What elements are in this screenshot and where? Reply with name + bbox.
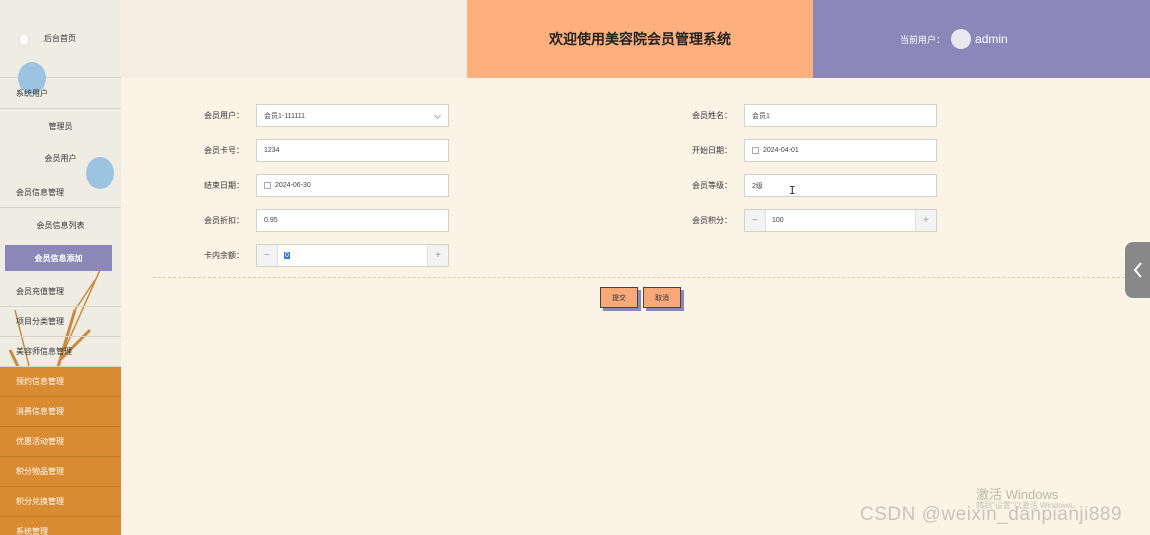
username[interactable]: admin (975, 32, 1008, 46)
collapse-panel-button[interactable] (1125, 242, 1150, 298)
card-no-label: 会员卡号： (204, 146, 244, 155)
sidebar-item-consumption[interactable]: 消费信息管理 (0, 397, 121, 427)
points-stepper[interactable]: − 100 + (744, 209, 937, 232)
current-user-label: 当前用户： (900, 34, 946, 45)
start-date-value: 2024-04-01 (763, 147, 799, 154)
sidebar-item-admin[interactable]: 管理员 (0, 111, 121, 141)
balance-selected-text: 0 (284, 252, 290, 259)
avatar[interactable] (951, 29, 972, 49)
sidebar-item-label: 管理员 (48, 121, 73, 131)
sidebar-item-project-category[interactable]: 项目分类管理 (0, 307, 121, 337)
calendar-icon (264, 182, 271, 189)
page-title: 欢迎使用美容院会员管理系统 (467, 0, 813, 78)
points-label: 会员积分： (692, 216, 732, 225)
increment-button[interactable]: + (915, 210, 936, 231)
sidebar-item-label: 消费信息管理 (16, 407, 64, 416)
sidebar-item-label: 会员信息管理 (16, 188, 64, 197)
discount-label: 会员折扣： (204, 216, 244, 225)
start-date-input[interactable]: 2024-04-01 (744, 139, 937, 162)
sidebar-item-system-users[interactable]: 系统用户 (0, 79, 121, 109)
points-value: 100 (772, 217, 784, 224)
sidebar-item-label: 系统用户 (16, 89, 48, 98)
divider (153, 277, 1150, 278)
decrement-button[interactable]: − (745, 210, 766, 231)
sidebar-item-appointment[interactable]: 预约信息管理 (0, 367, 121, 397)
sidebar-item-points-exchange[interactable]: 积分兑换管理 (0, 487, 121, 517)
member-name-label: 会员姓名： (692, 111, 732, 120)
start-date-label: 开始日期： (692, 146, 732, 155)
sidebar-item-label: 积分兑换管理 (16, 497, 64, 506)
submit-button[interactable]: 提交 (600, 287, 638, 308)
sidebar-item-member-recharge[interactable]: 会员充值管理 (0, 277, 121, 307)
sidebar-item-label: 会员用户 (44, 153, 77, 163)
sidebar-item-member-info-add[interactable]: 会员信息添加 (5, 245, 112, 271)
cancel-button[interactable]: 取消 (643, 287, 681, 308)
sidebar-item-promotion[interactable]: 优惠活动管理 (0, 427, 121, 457)
member-name-value: 会员1 (752, 112, 770, 120)
level-value: 2级 (752, 182, 763, 190)
text-cursor-icon: I (789, 184, 796, 197)
member-user-value: 会员1-111111 (264, 112, 305, 120)
sidebar-item-label: 美容师信息管理 (16, 347, 72, 356)
sidebar-item-label: 积分物品管理 (16, 467, 64, 476)
sidebar-item-label: 会员信息添加 (34, 253, 83, 263)
level-label: 会员等级： (692, 181, 732, 190)
header-spacer (121, 0, 467, 78)
balance-value: 0 (278, 252, 290, 259)
sidebar-item-home[interactable]: 后台首页 (0, 0, 121, 78)
sidebar-item-beautician[interactable]: 美容师信息管理 (0, 337, 121, 367)
level-input[interactable]: 2级 (744, 174, 937, 197)
sidebar-item-member-user[interactable]: 会员用户 (0, 143, 121, 173)
sidebar-item-label: 会员信息列表 (36, 220, 85, 230)
page-title-text: 欢迎使用美容院会员管理系统 (549, 31, 731, 47)
member-name-input[interactable]: 会员1 (744, 104, 937, 127)
member-user-select[interactable]: 会员1-111111 (256, 104, 449, 127)
increment-button[interactable]: + (427, 245, 448, 266)
sidebar: 后台首页 系统用户 管理员 会员用户 会员信息管理 会员信息列表 会员信息添加 … (0, 0, 121, 535)
sidebar-item-label: 优惠活动管理 (16, 437, 64, 446)
home-icon (17, 32, 31, 45)
calendar-icon (752, 147, 759, 154)
sidebar-item-member-info-list[interactable]: 会员信息列表 (0, 210, 121, 240)
end-date-label: 结束日期： (204, 181, 244, 190)
chevron-left-icon (1133, 262, 1142, 278)
sidebar-item-label: 会员充值管理 (16, 287, 64, 296)
sidebar-item-system-mgmt[interactable]: 系统管理 (0, 517, 121, 535)
discount-value: 0.95 (264, 217, 278, 224)
current-user: 当前用户： admin (813, 0, 1150, 78)
csdn-watermark: CSDN @weixin_danpianji889 (860, 504, 1123, 525)
card-no-value: 1234 (264, 147, 280, 154)
discount-input[interactable]: 0.95 (256, 209, 449, 232)
sidebar-item-label: 项目分类管理 (16, 317, 64, 326)
sidebar-item-label: 后台首页 (44, 34, 76, 43)
end-date-value: 2024-06-30 (275, 182, 311, 189)
end-date-input[interactable]: 2024-06-30 (256, 174, 449, 197)
balance-stepper[interactable]: − 0 + (256, 244, 449, 267)
sidebar-item-label: 预约信息管理 (16, 377, 64, 386)
chevron-down-icon (433, 111, 442, 120)
sidebar-item-points-goods[interactable]: 积分物品管理 (0, 457, 121, 487)
sidebar-item-label: 系统管理 (16, 527, 48, 535)
member-user-label: 会员用户： (204, 111, 244, 120)
sidebar-item-member-info-mgmt[interactable]: 会员信息管理 (0, 178, 121, 208)
decrement-button[interactable]: − (257, 245, 278, 266)
balance-label: 卡内余额： (204, 251, 244, 260)
card-no-input[interactable]: 1234 (256, 139, 449, 162)
